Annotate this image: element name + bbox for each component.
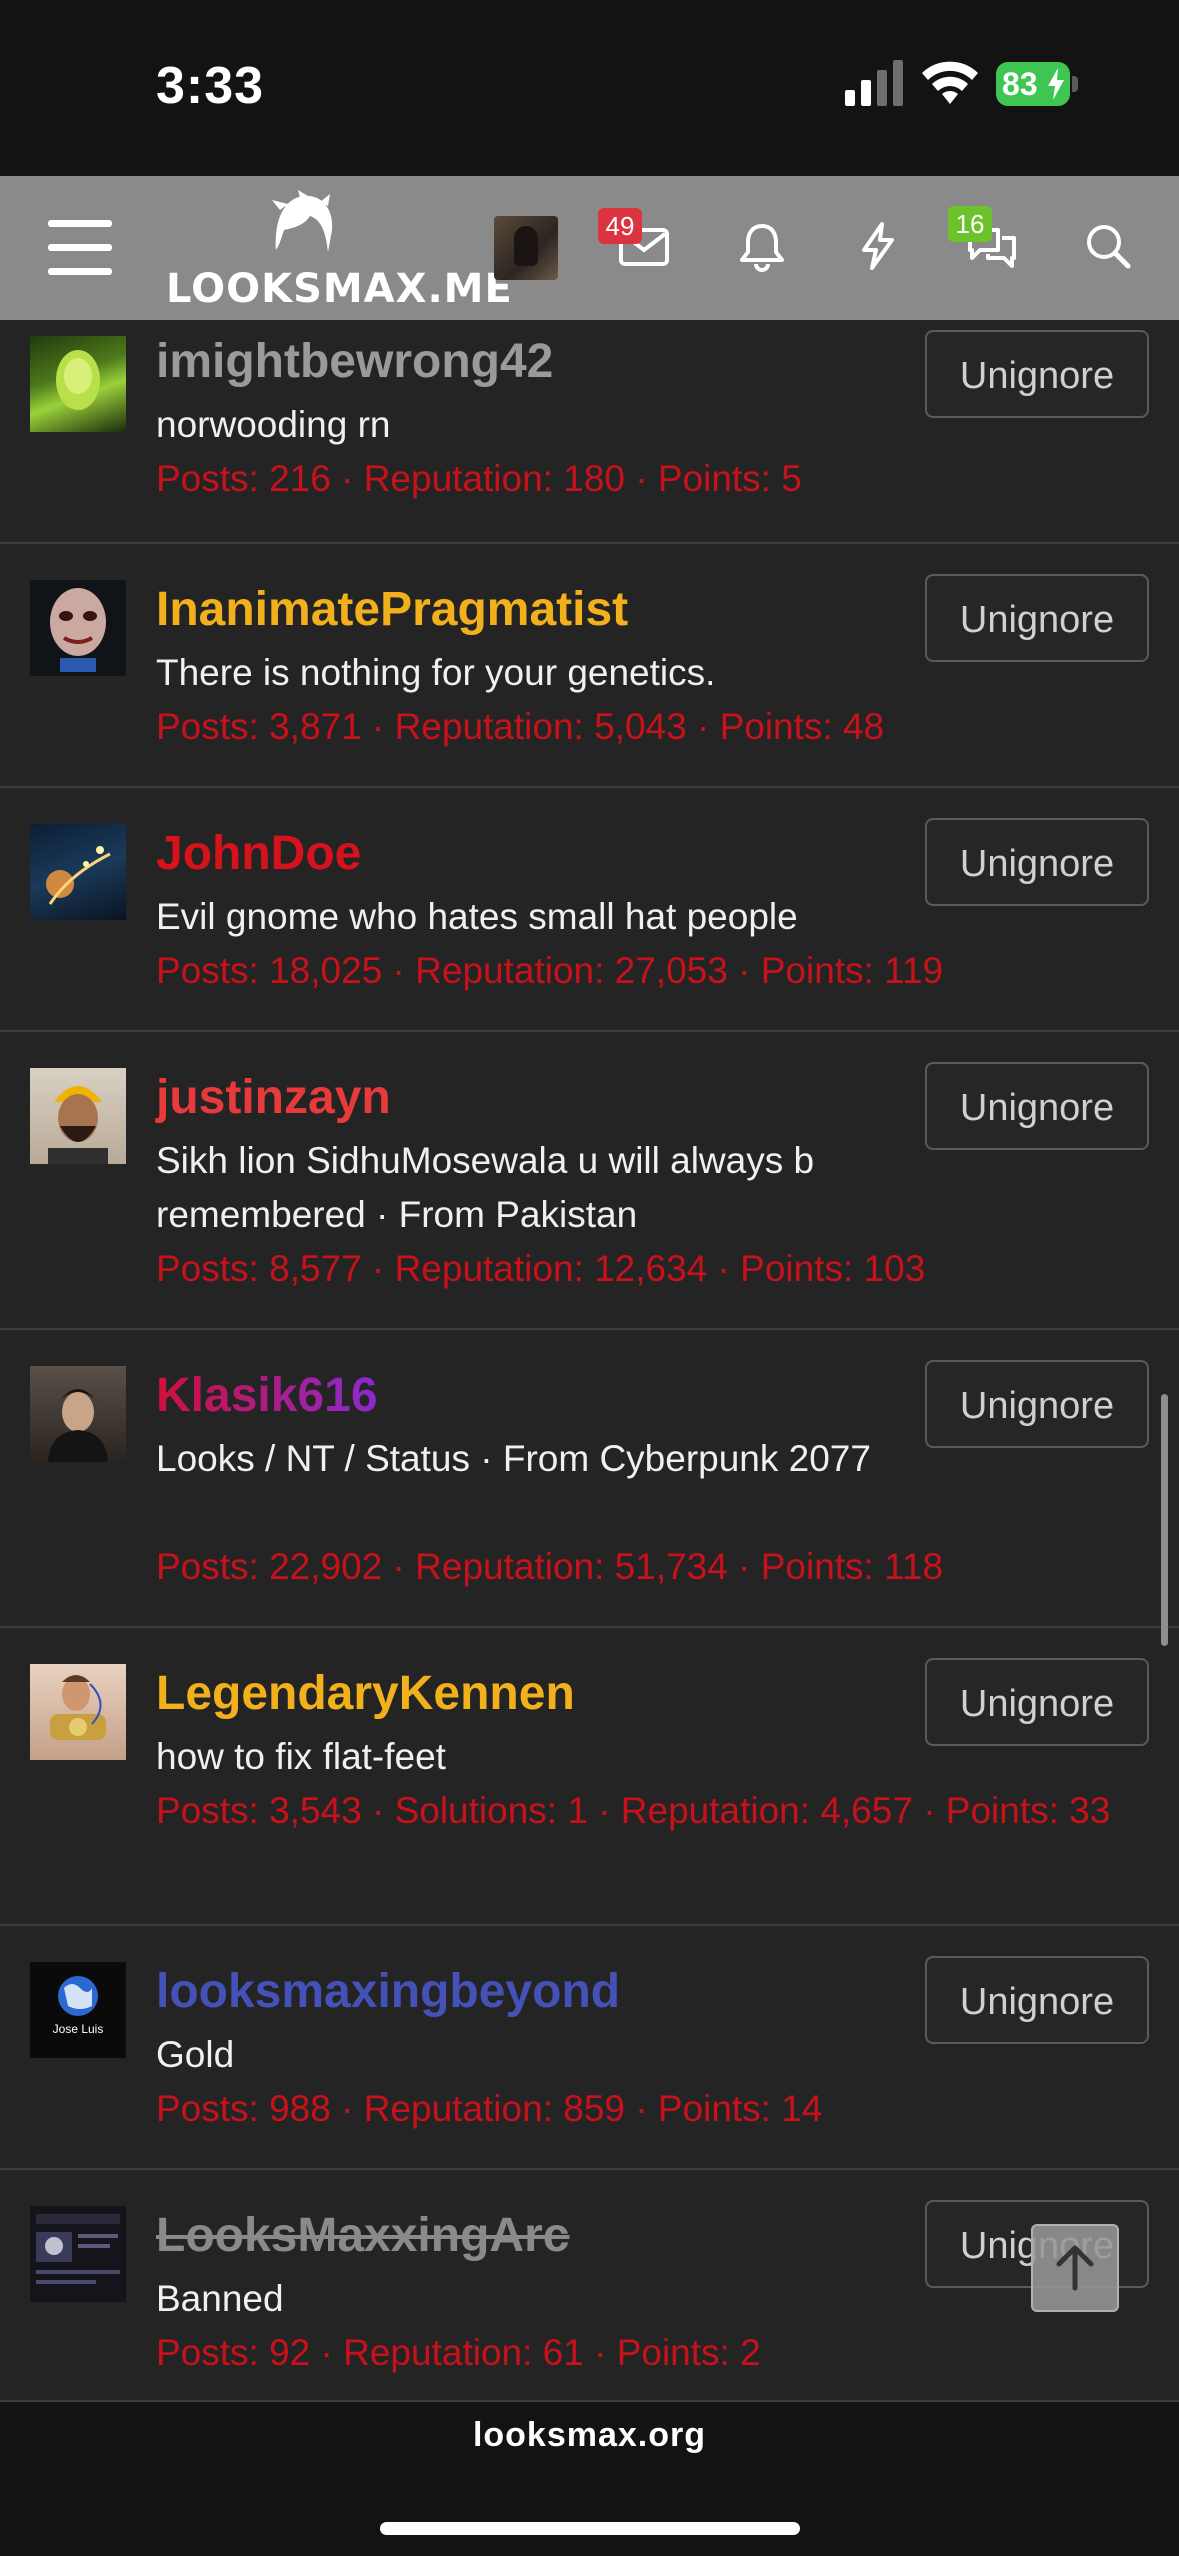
browser-footer: looksmax.org <box>0 2402 1179 2556</box>
unignore-button[interactable]: Unignore <box>925 1062 1149 1150</box>
avatar-image <box>48 1389 108 1462</box>
conversations-count-badge: 16 <box>948 206 992 242</box>
menu-icon[interactable] <box>48 220 112 276</box>
member-avatar[interactable] <box>30 824 126 920</box>
scroll-to-top-button[interactable] <box>1031 2224 1119 2312</box>
unignore-button[interactable]: Unignore <box>925 1956 1149 2044</box>
member-avatar[interactable] <box>30 336 126 432</box>
member-stats: Posts: 18,025 · Reputation: 27,053 · Poi… <box>156 950 944 991</box>
member-avatar[interactable] <box>30 2206 126 2302</box>
bell-icon <box>740 224 784 272</box>
member-stats: Posts: 3,543 · Solutions: 1 · Reputation… <box>156 1790 1111 1831</box>
alerts-button[interactable] <box>736 220 788 272</box>
member-username[interactable]: LegendaryKennen <box>156 1666 575 1721</box>
avatar-image <box>46 846 111 905</box>
member-tagline: norwooding rn <box>156 404 391 445</box>
lightning-bolt-icon <box>862 222 894 270</box>
charging-bolt-icon <box>1048 68 1064 100</box>
whats-new-button[interactable] <box>852 220 904 272</box>
unignore-button[interactable]: Unignore <box>925 1658 1149 1746</box>
logo-text: LOOKSMAX.ME <box>166 266 513 312</box>
avatar-overlay-text: Jose Luis <box>52 2022 104 2036</box>
member-stats: Posts: 988 · Reputation: 859 · Points: 1… <box>156 2088 823 2129</box>
member-avatar[interactable] <box>30 1366 126 1462</box>
member-avatar[interactable] <box>30 1068 126 1164</box>
member-stats: Posts: 8,577 · Reputation: 12,634 · Poin… <box>156 1248 926 1289</box>
search-button[interactable] <box>1082 220 1134 272</box>
list-item: InanimatePragmatist There is nothing for… <box>0 544 1179 788</box>
unignore-button[interactable]: Unignore <box>925 330 1149 418</box>
logo-hair-icon <box>272 190 333 252</box>
member-tagline: Sikh lion SidhuMosewala u will always b … <box>156 1140 815 1235</box>
search-icon <box>1087 225 1131 269</box>
list-item: justinzayn Sikh lion SidhuMosewala u wil… <box>0 1032 1179 1330</box>
unignore-button[interactable]: Unignore <box>925 818 1149 906</box>
avatar-image <box>58 1976 98 2016</box>
site-logo[interactable]: LOOKSMAX.ME <box>166 190 513 312</box>
list-item: LegendaryKennen how to fix flat-feet Pos… <box>0 1628 1179 1926</box>
member-username[interactable]: JohnDoe <box>156 826 361 881</box>
member-username[interactable]: InanimatePragmatist <box>156 582 628 637</box>
list-item: JohnDoe Evil gnome who hates small hat p… <box>0 788 1179 1032</box>
member-username[interactable]: justinzayn <box>156 1070 391 1125</box>
member-stats: Posts: 216 · Reputation: 180 · Points: 5 <box>156 458 802 499</box>
cellular-signal-icon <box>845 60 903 106</box>
avatar-image <box>48 1086 108 1164</box>
wifi-icon <box>922 61 978 104</box>
member-tagline: Looks / NT / Status · From Cyberpunk 207… <box>156 1438 871 1479</box>
member-tagline: Gold <box>156 2034 235 2075</box>
list-item: LooksMaxxingArc Banned Posts: 92 · Reput… <box>0 2170 1179 2402</box>
site-header: LOOKSMAX.ME 49 16 <box>0 176 1179 320</box>
unignore-button[interactable]: Unignore <box>925 574 1149 662</box>
user-avatar[interactable] <box>494 216 558 280</box>
member-username[interactable]: imightbewrong42 <box>156 334 553 389</box>
member-stats: Posts: 22,902 · Reputation: 51,734 · Poi… <box>156 1546 944 1587</box>
list-item: imightbewrong42 norwooding rn Posts: 216… <box>0 320 1179 544</box>
avatar-image <box>50 588 106 672</box>
unignore-button[interactable]: Unignore <box>925 1360 1149 1448</box>
member-stats: Posts: 92 · Reputation: 61 · Points: 2 <box>156 2332 761 2373</box>
member-tagline: how to fix flat-feet <box>156 1736 446 1777</box>
url-label[interactable]: looksmax.org <box>0 2416 1179 2455</box>
avatar-image <box>36 2214 120 2284</box>
arrow-up-icon <box>1056 2245 1094 2291</box>
battery-indicator: 83 <box>996 62 1080 108</box>
status-bar: 3:33 83 <box>0 0 1179 176</box>
member-username[interactable]: LooksMaxxingArc <box>156 2208 569 2263</box>
status-time: 3:33 <box>156 57 265 115</box>
conversations-button[interactable]: 16 <box>948 206 1018 272</box>
scrollbar-thumb[interactable] <box>1161 1394 1168 1646</box>
avatar-image <box>50 1675 106 1740</box>
member-avatar[interactable]: Jose Luis <box>30 1962 126 2058</box>
member-username[interactable]: looksmaxingbeyond <box>156 1964 620 2019</box>
member-stats: Posts: 3,871 · Reputation: 5,043 · Point… <box>156 706 885 747</box>
inbox-button[interactable]: 49 <box>598 208 670 272</box>
home-indicator[interactable] <box>380 2522 800 2535</box>
member-avatar[interactable] <box>30 1664 126 1760</box>
member-username[interactable]: Klasik616 <box>156 1368 378 1423</box>
list-item: Jose Luis looksmaxingbeyond Gold Posts: … <box>0 1926 1179 2170</box>
list-item: Klasik616 Looks / NT / Status · From Cyb… <box>0 1330 1179 1628</box>
member-tagline: Banned <box>156 2278 284 2319</box>
member-tagline: There is nothing for your genetics. <box>156 652 716 693</box>
avatar-image <box>56 350 100 410</box>
member-avatar[interactable] <box>30 580 126 676</box>
member-tagline: Evil gnome who hates small hat people <box>156 896 798 937</box>
inbox-count-badge: 49 <box>598 208 642 244</box>
